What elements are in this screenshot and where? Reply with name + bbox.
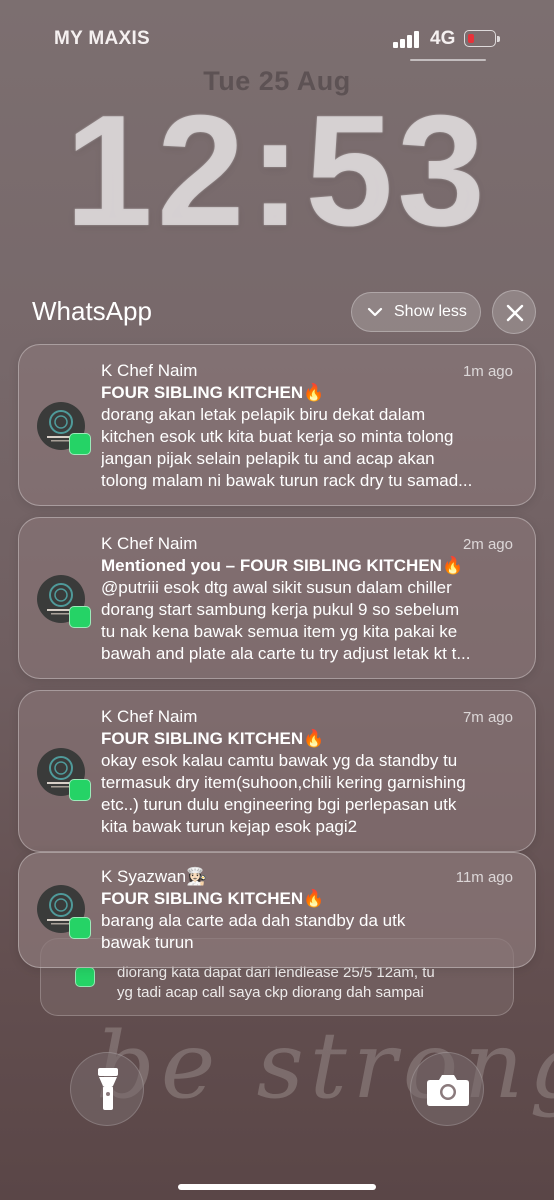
notification-card[interactable]: K Chef Naim 7m ago FOUR SIBLING KITCHEN🔥… xyxy=(18,690,536,852)
notification-body: barang ala carte ada dah standby da utk … xyxy=(101,910,519,954)
body-line: etc..) turun dulu engineering bgi perlep… xyxy=(101,795,457,814)
wallpaper-script: be strong xyxy=(96,1012,554,1119)
notification-sender: K Chef Naim xyxy=(101,361,198,380)
body-line: bawak turun xyxy=(101,933,194,952)
show-less-button[interactable]: Show less xyxy=(351,292,481,332)
clear-notifications-button[interactable] xyxy=(492,290,536,334)
battery-icon xyxy=(464,30,500,48)
notification-time: 2m ago xyxy=(462,536,513,553)
flashlight-button[interactable] xyxy=(70,1052,144,1126)
carrier-name: MY MAXIS xyxy=(54,28,151,49)
notification-sender: K Syazwan👩🏻‍🍳 xyxy=(101,867,208,886)
signal-strength-icon xyxy=(393,30,419,48)
close-icon xyxy=(506,304,524,322)
whatsapp-badge-icon xyxy=(69,779,91,801)
flashlight-icon xyxy=(98,1068,118,1110)
notification-card[interactable]: K Chef Naim 2m ago Mentioned you – FOUR … xyxy=(18,517,536,679)
notification-title: FOUR SIBLING KITCHEN🔥 xyxy=(101,889,325,908)
notification-title: FOUR SIBLING KITCHEN🔥 xyxy=(101,383,325,402)
control-center-indicator xyxy=(410,59,486,61)
notification-title: Mentioned you – FOUR SIBLING KITCHEN🔥 xyxy=(101,556,464,575)
body-line: bawah and plate ala carte tu try adjust … xyxy=(101,644,471,663)
show-less-label: Show less xyxy=(394,303,467,320)
body-line: okay esok kalau camtu bawak yg da standb… xyxy=(101,751,458,770)
notification-sender: K Chef Naim xyxy=(101,707,198,726)
body-line: dorang akan letak pelapik biru dekat dal… xyxy=(101,405,426,424)
notification-body: dorang akan letak pelapik biru dekat dal… xyxy=(101,404,519,492)
body-line: jangan pijak selain pelapik tu and acap … xyxy=(101,449,435,468)
body-line: kitchen esok utk kita buat kerja so mint… xyxy=(101,427,454,446)
home-indicator[interactable] xyxy=(178,1184,376,1190)
notification-card[interactable]: K Chef Naim 1m ago FOUR SIBLING KITCHEN🔥… xyxy=(18,344,536,506)
network-type: 4G xyxy=(430,28,456,49)
notification-time: 1m ago xyxy=(462,363,513,380)
body-line: kita bawak turun kejap esok pagi2 xyxy=(101,817,358,836)
status-bar: MY MAXIS 4G xyxy=(0,26,554,54)
whatsapp-badge-icon xyxy=(69,606,91,628)
body-line: dorang start sambung kerja pukul 9 so se… xyxy=(101,600,460,619)
notification-time: 7m ago xyxy=(462,709,513,726)
notification-sender: K Chef Naim xyxy=(101,534,198,553)
whatsapp-badge-icon xyxy=(75,967,95,987)
notification-title: FOUR SIBLING KITCHEN🔥 xyxy=(101,729,325,748)
body-line: @putriii esok dtg awal sikit susun dalam… xyxy=(101,578,452,597)
app-name: WhatsApp xyxy=(32,296,152,326)
lock-clock: 12:53 xyxy=(64,83,490,259)
notification-time: 11m ago xyxy=(455,869,513,886)
body-line: termasuk dry item(suhoon,chili kering ga… xyxy=(101,773,466,792)
camera-button[interactable] xyxy=(410,1052,484,1126)
camera-icon xyxy=(427,1075,469,1106)
body-line: barang ala carte ada dah standby da utk xyxy=(101,911,406,930)
notification-body: @putriii esok dtg awal sikit susun dalam… xyxy=(101,577,519,665)
stacked-notification-body: diorang kata dapat dari lendlease 25/5 1… xyxy=(117,963,435,1003)
chevron-down-icon xyxy=(367,307,383,317)
body-line: yg tadi acap call saya ckp diorang dah s… xyxy=(117,984,424,1001)
body-line: tu nak kena bawak semua item yg kita pak… xyxy=(101,622,458,641)
body-line: tolong malam ni bawak turun rack dry tu … xyxy=(101,471,473,490)
notification-group-header: WhatsApp Show less xyxy=(0,290,554,334)
whatsapp-badge-icon xyxy=(69,917,91,939)
whatsapp-badge-icon xyxy=(69,433,91,455)
notification-card[interactable]: K Syazwan👩🏻‍🍳 11m ago FOUR SIBLING KITCH… xyxy=(18,852,536,968)
notification-body: okay esok kalau camtu bawak yg da standb… xyxy=(101,750,519,838)
